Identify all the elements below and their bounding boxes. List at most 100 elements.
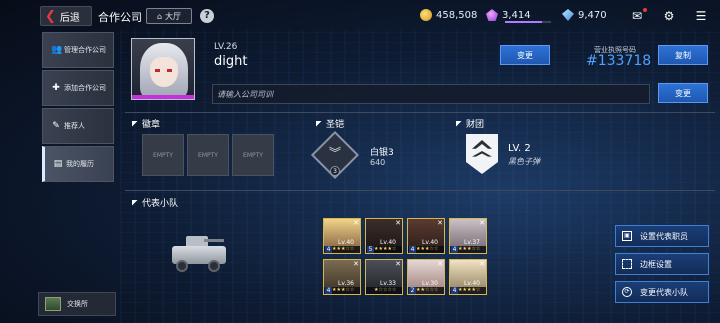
class-icon: ✕	[479, 219, 485, 227]
member-level: Lv.33	[380, 280, 396, 287]
add-user-icon: ✚	[52, 83, 60, 93]
emblem-slot-2[interactable]: EMPTY	[187, 134, 229, 176]
license-number: #133718	[586, 53, 652, 69]
frame-settings-label: 边框设置	[640, 259, 672, 269]
rank-level: 3	[330, 166, 340, 176]
refresh-icon: ⟳	[622, 287, 632, 297]
emblem-slot-3[interactable]: EMPTY	[232, 134, 274, 176]
rank-chevron-icon: ︾	[328, 146, 341, 160]
gem-amount: 3,414	[502, 9, 531, 21]
gear-icon[interactable]: ⚙	[662, 9, 676, 23]
member-rank-number: 4	[451, 246, 458, 253]
gem-resource[interactable]: 3,414	[486, 9, 531, 21]
member-level: Lv.30	[422, 280, 438, 287]
rank-name: 白银3	[370, 148, 394, 158]
diamond-resource[interactable]: 9,470	[562, 9, 607, 21]
group-title-text: 财团	[466, 120, 485, 130]
divider	[125, 112, 715, 113]
squad-member-card[interactable]: ✕ Lv.37 ★★★☆☆ 4	[449, 218, 487, 254]
lobby-button[interactable]: ⌂ 大厅	[146, 8, 192, 24]
member-level: Lv.40	[422, 239, 438, 246]
squad-title-text: 代表小队	[142, 199, 179, 209]
recommend-icon: ✎	[52, 121, 60, 131]
member-level: Lv.40	[380, 239, 396, 246]
player-name: dight	[214, 54, 248, 69]
vehicle-wheel	[208, 260, 220, 272]
motto-input[interactable]	[212, 84, 650, 104]
gold-resource[interactable]: 458,508	[420, 9, 477, 21]
squad-member-card[interactable]: ✕ Lv.36 ★★★☆☆ 4	[323, 259, 361, 295]
page-title: 合作公司	[98, 11, 142, 24]
player-level: LV.26	[214, 42, 238, 52]
sidebar-item-add[interactable]: ✚ 添加合作公司	[42, 70, 114, 106]
class-icon: ✕	[395, 219, 401, 227]
sidebar-item-label: 我的履历	[66, 160, 94, 168]
squad-member-card[interactable]: ✕ Lv.33 ★☆☆☆☆	[365, 259, 403, 295]
emblem-title-text: 徽章	[142, 120, 161, 130]
member-level: Lv.40	[464, 280, 480, 287]
diamond-icon	[562, 9, 574, 21]
gold-coin-icon	[420, 9, 432, 21]
armor-section-title: 圣铠	[316, 117, 344, 130]
exchange-label: 交换所	[67, 300, 88, 308]
class-icon: ✕	[479, 260, 485, 268]
back-label: 后退	[59, 12, 80, 24]
squad-member-card[interactable]: ✕ Lv.40 ★★★☆☆ 4	[323, 218, 361, 254]
lobby-label: 大厅	[165, 11, 182, 21]
change-motto-button[interactable]: 变更	[658, 83, 708, 103]
squad-member-card[interactable]: ✕ Lv.30 ★★☆☆☆ 2	[407, 259, 445, 295]
resume-icon: ▤	[53, 159, 63, 169]
squad-member-card[interactable]: ✕ Lv.40 ★★★☆☆ 4	[407, 218, 445, 254]
squad-section-title: 代表小队	[132, 196, 178, 209]
class-icon: ✕	[353, 260, 359, 268]
avatar-eye	[167, 69, 172, 72]
id-card-icon: ▣	[622, 231, 632, 241]
gold-amount: 458,508	[436, 9, 478, 21]
rank-points: 640	[370, 158, 386, 167]
squad-member-card[interactable]: ✕ Lv.40 ★★★★☆ 4	[449, 259, 487, 295]
sidebar-item-label: 管理合作公司	[64, 46, 106, 54]
home-icon: ⌂	[156, 11, 163, 21]
gem-icon	[486, 9, 498, 21]
squad-member-card[interactable]: ✕ Lv.40 ★★★★☆ 5	[365, 218, 403, 254]
mail-notification-dot	[643, 8, 647, 12]
menu-icon[interactable]: ☰	[694, 9, 708, 23]
change-squad-label: 变更代表小队	[640, 287, 688, 297]
member-level: Lv.40	[338, 239, 354, 246]
member-rank-number: 4	[451, 287, 458, 294]
copy-button[interactable]: 复制	[658, 45, 708, 65]
change-squad-button[interactable]: ⟳ 变更代表小队	[615, 281, 709, 303]
member-stars: ★☆☆☆☆	[366, 287, 402, 294]
squad-vehicle[interactable]	[168, 232, 230, 272]
group-name: 黑色子弹	[508, 157, 540, 166]
frame-settings-button[interactable]: 边框设置	[615, 253, 709, 275]
avatar-eye	[155, 69, 160, 72]
avatar[interactable]	[131, 38, 195, 100]
sidebar-item-manage[interactable]: 👥 管理合作公司	[42, 32, 114, 68]
member-rank-number: 4	[325, 246, 332, 253]
vehicle-wheel	[176, 260, 188, 272]
sidebar-item-recommend[interactable]: ✎ 推荐人	[42, 108, 114, 144]
member-rank-number: 5	[367, 246, 374, 253]
member-level: Lv.37	[464, 239, 480, 246]
sidebar-item-resume[interactable]: ▤ 我的履历	[42, 146, 114, 182]
section-mark-icon	[316, 120, 322, 127]
mail-icon[interactable]: ✉	[630, 9, 644, 23]
set-representative-label: 设置代表职员	[640, 231, 688, 241]
frame-icon	[622, 259, 632, 269]
emblem-slot-1[interactable]: EMPTY	[142, 134, 184, 176]
armor-title-text: 圣铠	[326, 120, 345, 130]
exchange-thumbnail-icon	[45, 297, 61, 311]
divider	[125, 190, 715, 191]
member-level: Lv.36	[338, 280, 354, 287]
change-name-button[interactable]: 变更	[500, 45, 550, 65]
help-button[interactable]: ?	[200, 9, 214, 23]
set-representative-button[interactable]: ▣ 设置代表职员	[615, 225, 709, 247]
avatar-face	[150, 57, 178, 87]
back-arrow-icon: ❮	[45, 8, 56, 24]
gem-progress-bar	[505, 21, 551, 23]
exchange-button[interactable]: 交换所	[38, 292, 116, 316]
back-button[interactable]: ❮ 后退	[40, 6, 92, 26]
group-level: LV. 2	[508, 143, 531, 154]
vehicle-gun	[204, 239, 224, 242]
